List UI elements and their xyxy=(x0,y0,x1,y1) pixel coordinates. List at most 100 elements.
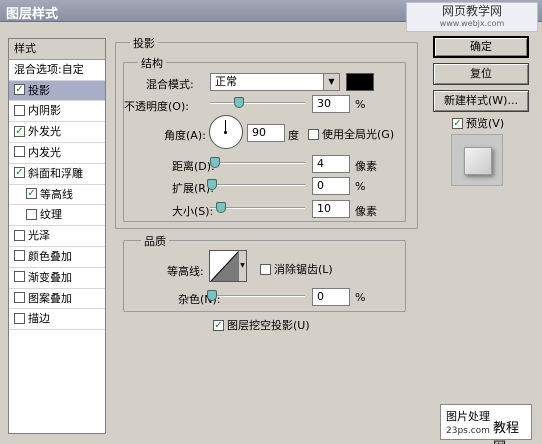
styles-header: 样式 xyxy=(9,39,105,60)
style-item[interactable]: 图案叠加 xyxy=(9,289,105,310)
noise-unit: % xyxy=(355,291,366,304)
style-item[interactable]: 渐变叠加 xyxy=(9,268,105,289)
blend-mode-select[interactable]: 正常 ▼ xyxy=(210,73,340,91)
checkbox-icon[interactable] xyxy=(14,312,25,324)
noise-slider-thumb[interactable] xyxy=(206,290,217,301)
size-field[interactable]: 10 xyxy=(312,200,350,218)
structure-title: 结构 xyxy=(138,55,166,71)
chevron-down-icon[interactable]: ▼ xyxy=(238,251,246,281)
drop-shadow-title: 投影 xyxy=(130,35,158,51)
check-icon: ✓ xyxy=(452,117,463,129)
style-item-label: 描边 xyxy=(28,312,50,326)
checkbox-icon xyxy=(308,128,319,140)
global-light-checkbox[interactable]: 使用全局光(G) xyxy=(308,126,394,142)
style-item[interactable]: 光泽 xyxy=(9,226,105,247)
style-item-label: 光泽 xyxy=(28,229,50,243)
new-style-button[interactable]: 新建样式(W)... xyxy=(433,90,529,112)
distance-slider[interactable] xyxy=(209,157,305,168)
spread-slider-thumb[interactable] xyxy=(206,179,217,190)
checkbox-icon[interactable] xyxy=(14,250,25,262)
style-item[interactable]: ✓ 等高线 xyxy=(9,185,105,206)
window-title: 图层样式 xyxy=(6,7,59,22)
opacity-unit: % xyxy=(355,98,366,111)
distance-label: 距离(D): xyxy=(172,160,215,173)
opacity-slider-thumb[interactable] xyxy=(233,97,244,108)
check-icon[interactable]: ✓ xyxy=(14,84,25,96)
blend-options-item[interactable]: 混合选项:自定 xyxy=(9,60,105,81)
checkbox-icon[interactable] xyxy=(14,229,25,241)
preview-label: 预览(V) xyxy=(466,117,505,130)
noise-field[interactable]: 0 xyxy=(312,288,350,306)
check-icon: ✓ xyxy=(213,319,224,331)
style-item-label: 图案叠加 xyxy=(28,291,72,305)
angle-field[interactable]: 90 xyxy=(247,124,285,142)
preview-square xyxy=(464,147,492,175)
spread-field[interactable]: 0 xyxy=(312,177,350,195)
styles-list: 样式 混合选项:自定 ✓ 投影 内阴影 ✓ 外发光 内发光 ✓ 斜面和浮雕 ✓ 等高线 纹理 光泽 颜色… xyxy=(8,38,106,434)
antialias-checkbox[interactable]: 消除锯齿(L) xyxy=(260,261,333,277)
checkbox-icon[interactable] xyxy=(26,208,37,220)
knockout-label: 图层挖空投影(U) xyxy=(227,319,310,332)
watermark-url: www.webjx.com xyxy=(439,19,505,28)
angle-label: 角度(A): xyxy=(164,129,206,142)
size-slider-thumb[interactable] xyxy=(216,202,227,213)
noise-slider[interactable] xyxy=(206,290,305,301)
opacity-slider[interactable] xyxy=(210,97,305,108)
contour-curve-icon xyxy=(211,251,239,281)
style-item[interactable]: 描边 xyxy=(9,309,105,331)
distance-unit: 像素 xyxy=(355,160,377,173)
style-item[interactable]: 内阴影 xyxy=(9,101,105,123)
shadow-color-swatch[interactable] xyxy=(346,73,374,91)
style-item[interactable]: ✓ 外发光 xyxy=(9,122,105,143)
checkbox-icon[interactable] xyxy=(14,271,25,283)
check-icon[interactable]: ✓ xyxy=(14,125,25,137)
reset-button[interactable]: 复位 xyxy=(433,63,529,85)
knockout-checkbox[interactable]: ✓ 图层挖空投影(U) xyxy=(213,317,310,333)
style-item-label: 颜色叠加 xyxy=(28,249,72,263)
preview-checkbox[interactable]: ✓ 预览(V) xyxy=(452,115,504,131)
check-icon[interactable]: ✓ xyxy=(14,167,25,179)
checkbox-icon[interactable] xyxy=(14,292,25,304)
contour-label: 等高线: xyxy=(167,265,204,278)
blend-mode-label: 混合模式: xyxy=(146,78,194,91)
style-item[interactable]: 内发光 xyxy=(9,143,105,164)
size-unit: 像素 xyxy=(355,205,377,218)
style-item-label: 纹理 xyxy=(40,208,62,222)
footer-text-2: 教程网 xyxy=(493,421,520,444)
style-preview xyxy=(451,134,503,186)
style-item-label: 内阴影 xyxy=(28,104,61,118)
quality-title: 品质 xyxy=(141,233,169,249)
global-light-label: 使用全局光(G) xyxy=(322,128,395,141)
style-item-label: 斜面和浮雕 xyxy=(28,166,83,180)
spread-unit: % xyxy=(355,180,366,193)
check-icon[interactable]: ✓ xyxy=(26,188,37,200)
distance-slider-thumb[interactable] xyxy=(209,157,220,168)
size-label: 大小(S): xyxy=(172,205,214,218)
watermark-logo: 网页教学网 www.webjx.com xyxy=(406,2,538,32)
checkbox-icon[interactable] xyxy=(14,146,25,158)
style-item[interactable]: 纹理 xyxy=(9,205,105,227)
size-slider[interactable] xyxy=(210,202,305,213)
checkbox-icon[interactable] xyxy=(14,104,25,116)
angle-dial[interactable] xyxy=(209,115,243,149)
contour-picker[interactable]: ▼ xyxy=(209,250,247,282)
style-item-label: 投影 xyxy=(28,83,50,97)
style-item-label: 渐变叠加 xyxy=(28,270,72,284)
title-bar: 图层样式 网页教学网 www.webjx.com xyxy=(0,0,542,32)
angle-unit: 度 xyxy=(288,129,299,142)
style-item[interactable]: ✓ 斜面和浮雕 xyxy=(9,164,105,185)
blend-mode-value: 正常 xyxy=(215,75,237,88)
style-item-label: 等高线 xyxy=(40,187,73,201)
style-item[interactable]: 颜色叠加 xyxy=(9,247,105,268)
style-item-label: 内发光 xyxy=(28,145,61,159)
checkbox-icon xyxy=(260,263,271,275)
ok-button[interactable]: 确定 xyxy=(433,36,529,58)
footer-watermark: 图片处理 23ps.com 教程网 xyxy=(440,404,532,444)
opacity-field[interactable]: 30 xyxy=(312,95,350,113)
style-item[interactable]: ✓ 投影 xyxy=(9,80,105,102)
footer-url: 23ps.com xyxy=(446,426,490,436)
distance-field[interactable]: 4 xyxy=(312,155,350,173)
antialias-label: 消除锯齿(L) xyxy=(274,263,333,276)
watermark-text: 网页教学网 xyxy=(441,4,502,18)
spread-slider[interactable] xyxy=(206,179,305,190)
